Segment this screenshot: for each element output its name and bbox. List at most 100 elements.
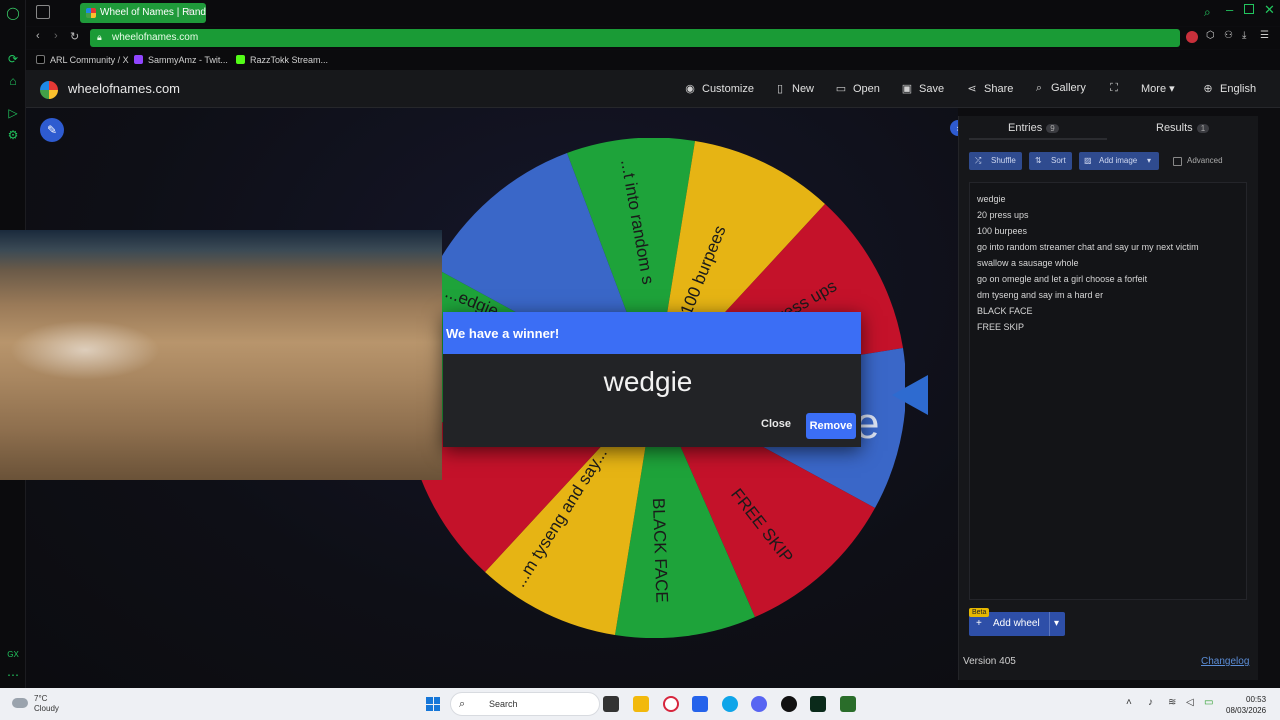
bookmark-item[interactable]: SammyAmz - Twit... — [134, 55, 228, 65]
settings-icon[interactable]: ⚙ — [6, 128, 20, 142]
kick-icon — [236, 55, 245, 64]
language-label: English — [1220, 83, 1257, 95]
wifi-icon[interactable]: ≋ — [1168, 697, 1176, 708]
edge-icon[interactable] — [722, 696, 738, 712]
changelog-link[interactable]: Changelog — [1201, 656, 1249, 667]
share-label: Share — [984, 83, 1014, 95]
entry-line: wedgie — [977, 194, 1006, 204]
gallery-button[interactable]: ⌕ Gallery — [1033, 82, 1086, 95]
volume-icon[interactable]: ◁ — [1186, 697, 1194, 708]
download-icon[interactable]: ⤓ — [1242, 30, 1246, 41]
save-label: Save — [919, 83, 945, 95]
tab-results[interactable]: Results 1 — [1156, 122, 1210, 134]
sort-button[interactable]: ⇅ Sort — [1029, 152, 1072, 170]
add-wheel-label: Add wheel — [993, 618, 1040, 629]
wheel-logo-icon[interactable] — [40, 81, 58, 99]
forward-icon[interactable]: › — [54, 30, 58, 42]
share-button[interactable]: ⋖ Share — [966, 82, 1013, 95]
more-dots-icon[interactable]: ⋯ — [6, 668, 20, 682]
more-button[interactable]: More ▾ — [1141, 82, 1175, 95]
url-input[interactable]: 🔒︎ wheelofnames.com — [90, 29, 1180, 47]
windows-start-icon[interactable] — [426, 697, 440, 711]
advanced-label: Advanced — [1187, 156, 1223, 165]
customize-label: Customize — [702, 83, 754, 95]
save-button[interactable]: ▣ Save — [901, 82, 944, 95]
dialog-title: We have a winner! — [443, 312, 861, 354]
bookmark-label: RazzTokk Stream... — [250, 55, 329, 65]
shuffle-button[interactable]: ⤮ Shuffle — [969, 152, 1022, 170]
file-icon: ▯ — [776, 83, 784, 95]
site-name[interactable]: wheelofnames.com — [68, 81, 180, 96]
entry-line: FREE SKIP — [977, 322, 1025, 332]
minimize-icon[interactable]: – — [1226, 2, 1233, 17]
taskbar-search[interactable]: ⌕ Search — [450, 692, 600, 716]
task-view-icon[interactable] — [603, 696, 619, 712]
maximize-icon[interactable] — [1244, 4, 1254, 14]
file-explorer-icon[interactable] — [633, 696, 649, 712]
language-button[interactable]: ⊕ English — [1202, 82, 1256, 95]
new-tab-icon[interactable]: + — [186, 4, 194, 19]
battery-icon[interactable]: ▭ — [1204, 697, 1213, 708]
tab-strip: Wheel of Names | Random + ⌕ – ✕ — [26, 0, 1280, 26]
back-icon[interactable]: ‹ — [36, 30, 40, 42]
beta-badge: Beta — [969, 608, 990, 617]
play-icon[interactable]: ▷ — [6, 106, 20, 120]
bookmark-item[interactable]: ARL Community / X — [36, 55, 129, 65]
adblock-icon[interactable] — [1186, 31, 1198, 43]
winner-text: wedgie — [603, 366, 693, 397]
gallery-label: Gallery — [1051, 82, 1086, 94]
entry-line: BLACK FACE — [977, 306, 1033, 316]
close-window-icon[interactable]: ✕ — [1264, 2, 1275, 18]
clock-time: 00:53 — [1246, 695, 1267, 704]
chevron-down-icon: ▾ — [1147, 156, 1152, 165]
save-icon: ▣ — [901, 83, 913, 95]
version-text: Version 405 — [963, 656, 1016, 667]
open-button[interactable]: ▭ Open — [835, 82, 880, 95]
store-icon[interactable] — [692, 696, 708, 712]
close-button[interactable]: Close — [761, 418, 791, 430]
clock[interactable]: 00:53 08/03/2026 — [1226, 694, 1266, 716]
weather-widget[interactable]: 7°C Cloudy — [34, 694, 59, 714]
bookmark-item[interactable]: RazzTokk Stream... — [236, 55, 328, 65]
cloud-icon[interactable] — [12, 698, 28, 708]
twitch-icon — [134, 55, 143, 64]
chevron-up-icon[interactable]: ˄ — [1126, 697, 1132, 708]
shuffle-label: Shuffle — [991, 156, 1016, 165]
extensions-icon[interactable]: ⬡ — [1206, 30, 1215, 41]
terminal-icon[interactable] — [810, 696, 826, 712]
app-icon[interactable] — [840, 696, 856, 712]
menu-icon[interactable]: ☰ — [1260, 30, 1269, 41]
opera-gx-logo-icon[interactable]: ◯ — [6, 6, 20, 20]
tab-overview-icon[interactable] — [36, 5, 50, 19]
discord-icon[interactable] — [751, 696, 767, 712]
results-count-badge: 1 — [1196, 124, 1210, 133]
fullscreen-button[interactable]: ⛶ — [1108, 82, 1126, 95]
lock-icon: 🔒︎ — [97, 32, 102, 42]
customize-button[interactable]: ◉ Customize — [684, 82, 754, 95]
obs-icon[interactable] — [781, 696, 797, 712]
chevron-down-icon[interactable]: ▾ — [1049, 612, 1059, 636]
tab-results-label: Results — [1156, 122, 1193, 134]
tab-entries[interactable]: Entries 9 — [1008, 122, 1059, 134]
remove-button[interactable]: Remove — [806, 413, 856, 439]
advanced-checkbox[interactable] — [1173, 157, 1182, 166]
shopping-icon[interactable]: ⌂ — [6, 74, 20, 88]
opera-gx-taskbar-icon[interactable] — [663, 696, 679, 712]
wheel-label: BLACK FACE — [649, 498, 672, 603]
entry-line: go into random streamer chat and say ur … — [977, 242, 1199, 252]
edit-pencil-icon[interactable]: ✎ — [40, 118, 64, 142]
new-button[interactable]: ▯ New — [774, 82, 814, 95]
wheel-pointer — [892, 375, 928, 415]
gx-corner-icon[interactable]: GX — [6, 648, 20, 662]
fullscreen-icon: ⛶ — [1110, 82, 1118, 94]
microphone-icon[interactable]: ♪ — [1148, 697, 1153, 708]
search-icon[interactable]: ⌕ — [1204, 5, 1211, 20]
account-icon[interactable]: ⚇ — [1224, 30, 1233, 41]
bookmark-label: SammyAmz - Twit... — [148, 55, 228, 65]
palette-icon: ◉ — [685, 83, 695, 95]
add-image-button[interactable]: ▨ Add image ▾ — [1079, 152, 1159, 170]
reload-icon[interactable]: ↻ — [70, 30, 79, 43]
entries-count-badge: 9 — [1046, 124, 1059, 133]
refresh-sidebar-icon[interactable]: ⟳ — [6, 52, 20, 66]
entries-textarea[interactable]: wedgie 20 press ups 100 burpees go into … — [969, 182, 1247, 600]
